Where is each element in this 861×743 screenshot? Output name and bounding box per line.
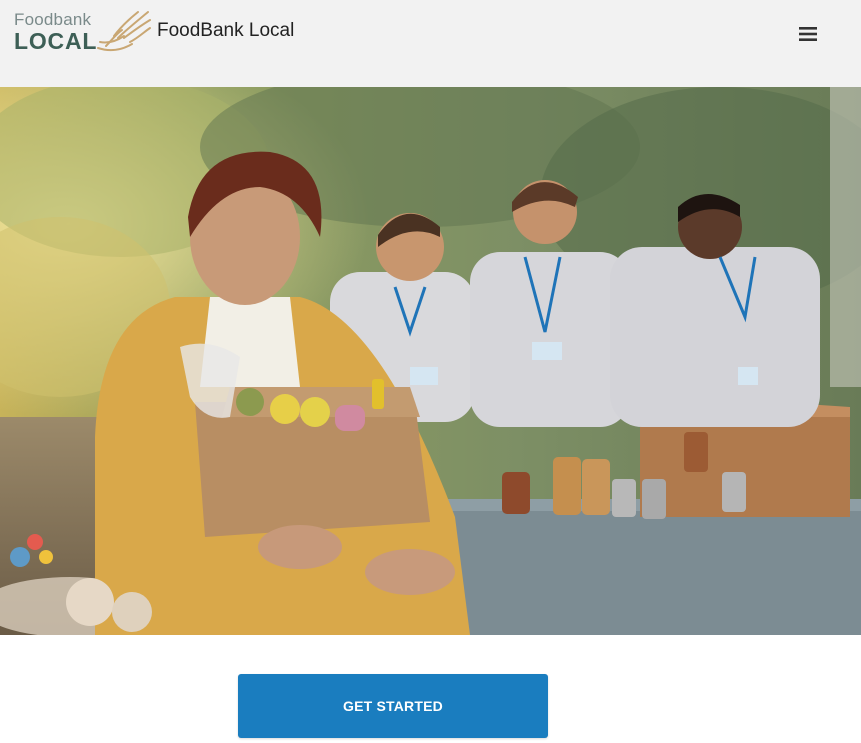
- hand-wheat-icon: [97, 11, 151, 52]
- site-header: Foodbank LOCAL FoodBank Local: [0, 0, 861, 87]
- hamburger-menu-icon: [799, 27, 817, 41]
- logo-text-top: Foodbank: [14, 10, 92, 29]
- menu-button[interactable]: [794, 20, 822, 48]
- hero-image: [0, 87, 861, 635]
- site-title[interactable]: FoodBank Local: [157, 20, 294, 42]
- foodbank-logo[interactable]: Foodbank LOCAL: [14, 8, 151, 56]
- logo-text-bottom: LOCAL: [14, 28, 98, 54]
- cta-container: GET STARTED: [238, 674, 548, 738]
- get-started-button[interactable]: GET STARTED: [238, 674, 548, 738]
- hero-photo-volunteers-icon: [0, 87, 861, 635]
